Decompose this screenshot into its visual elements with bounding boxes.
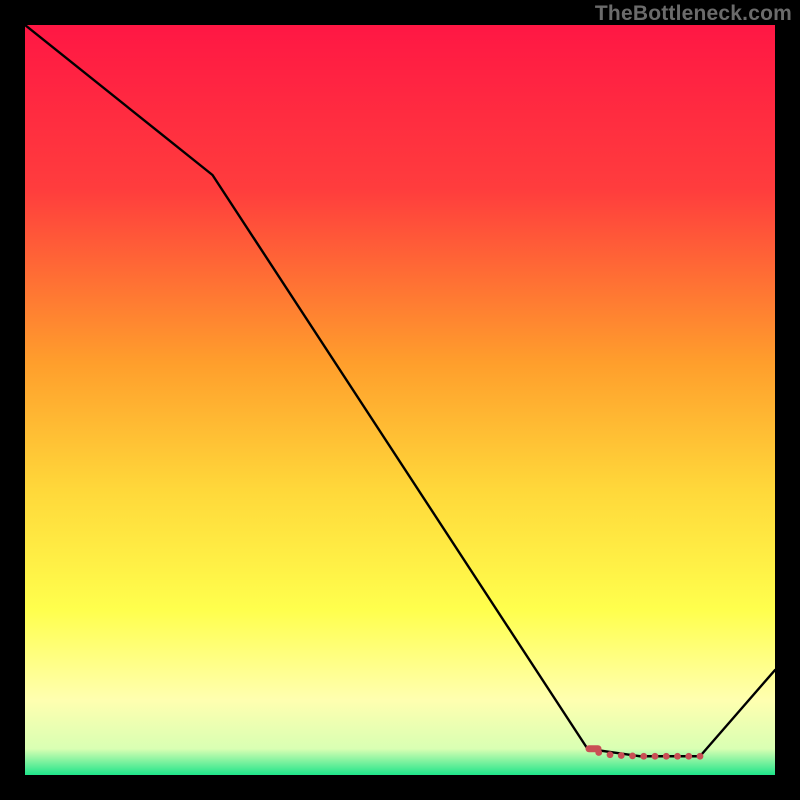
marker-dot: [629, 752, 636, 759]
marker-dot: [652, 753, 659, 760]
plot-area: [25, 25, 775, 775]
chart-svg: [25, 25, 775, 775]
marker-dot: [685, 753, 692, 760]
marker-dot: [595, 749, 602, 756]
chart-root: TheBottleneck.com: [0, 0, 800, 800]
marker-dot: [618, 752, 625, 759]
marker-dot: [607, 751, 614, 758]
marker-dot: [697, 753, 704, 760]
marker-dot: [640, 753, 647, 760]
marker-dot: [674, 753, 681, 760]
marker-dot: [663, 753, 670, 760]
gradient-background: [25, 25, 775, 775]
watermark-text: TheBottleneck.com: [595, 2, 792, 26]
